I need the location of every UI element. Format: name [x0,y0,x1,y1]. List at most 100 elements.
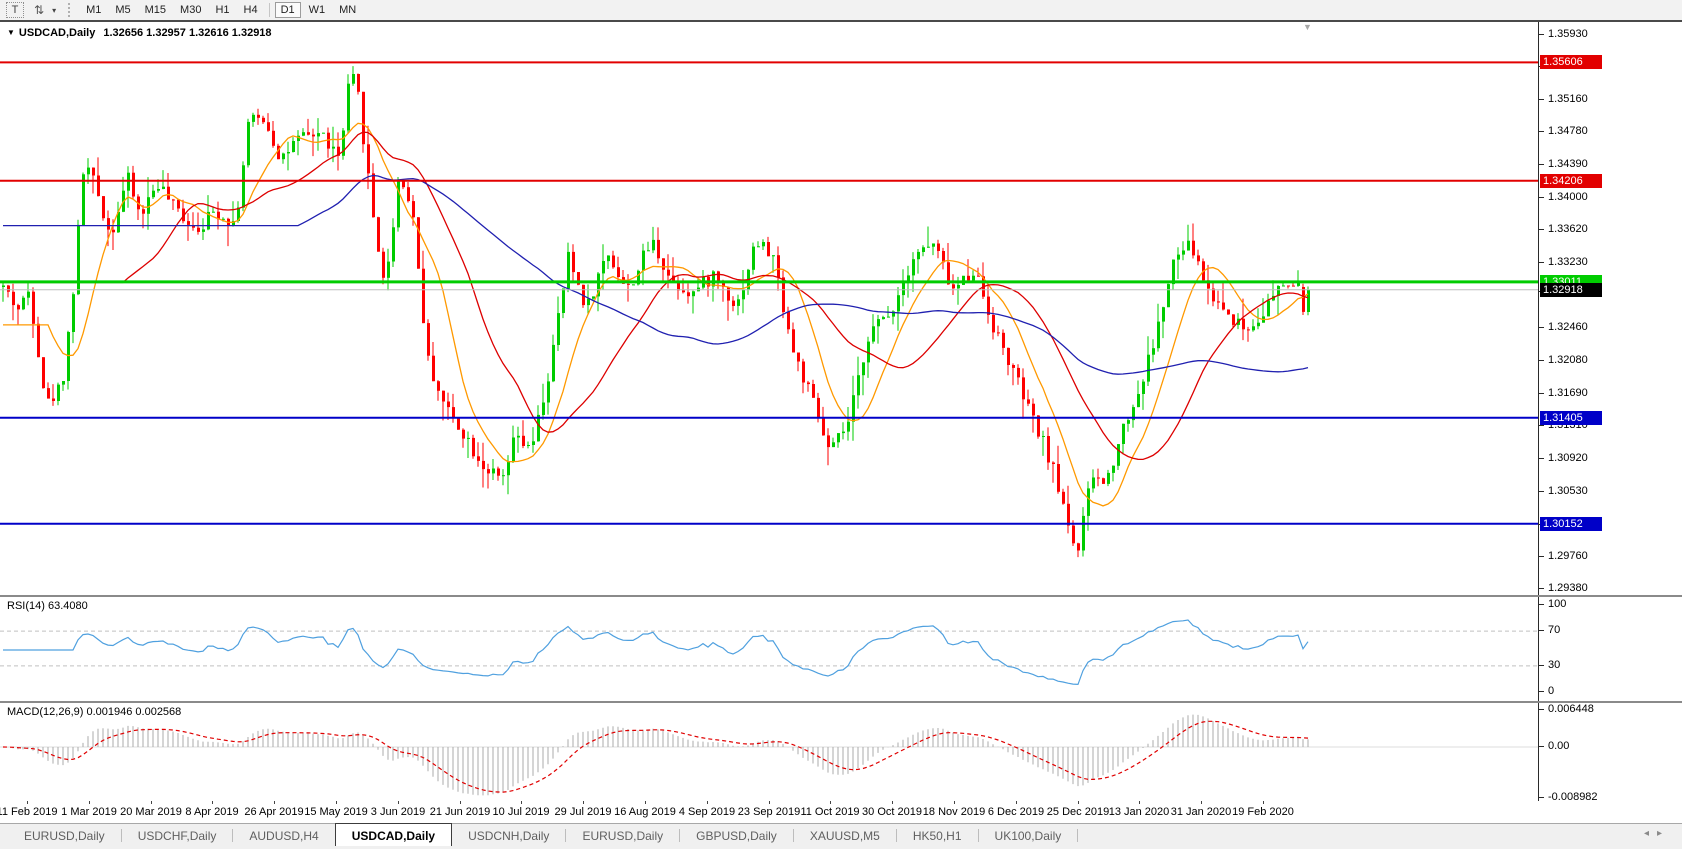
chart-tab-hk50-h1[interactable]: HK50,H1 [897,824,978,847]
price-tick: 1.35160 [1539,93,1588,105]
chart-tab-gbpusd-daily[interactable]: GBPUSD,Daily [680,824,793,847]
date-tick [212,801,213,804]
level-price-label: 1.30152 [1540,517,1602,531]
timeframe-toolbar: M1 M5 M15 M30 H1 H4 D1 W1 MN [79,0,363,20]
date-axis[interactable]: 11 Feb 2019 1 Mar 2019 20 Mar 2019 8 Apr 20… [0,801,1682,823]
date-tick [460,801,461,804]
toolbar-grip [68,3,73,17]
date-tick [1201,801,1202,804]
tabs-scroll-left-icon[interactable]: ◂ [1644,828,1657,839]
price-tick: 1.33620 [1539,223,1588,235]
chart-tab-xauusd-m5[interactable]: XAUUSD,M5 [794,824,896,847]
date-label: 31 Jan 2020 [1170,806,1232,818]
rsi-indicator-label: RSI(14) 63.4080 [7,600,88,612]
chart-tab-eurusd-daily[interactable]: EURUSD,Daily [566,824,679,847]
price-axis[interactable]: 1.359301.355501.351601.347801.343901.340… [1538,22,1682,595]
timeframe-button-MN[interactable]: MN [333,2,362,18]
rsi-axis: 100 70 30 0 [1538,597,1682,701]
text-label-tool-button[interactable]: T [6,2,24,18]
date-tick [27,801,28,804]
chart-ohlc-values: 1.32656 1.32957 1.32616 1.32918 [103,27,272,39]
date-tick [954,801,955,804]
macd-tick: 0.006448 [1539,703,1594,715]
timeframe-button-D1[interactable]: D1 [274,2,301,18]
price-tick: 1.30920 [1539,452,1588,464]
price-tick: 1.34000 [1539,191,1588,203]
macd-axis: 0.006448 0.00 -0.008982 [1538,703,1682,803]
price-tick: 1.34780 [1539,125,1588,137]
timeframe-button-H4[interactable]: H4 [238,2,264,18]
date-tick [769,801,770,804]
chart-tabs: EURUSD,Daily USDCHF,Daily AUDUSD,H4 USDCAD,… [8,823,1079,847]
date-tick [707,801,708,804]
rsi-panel: 100 70 30 0 RSI(14) 63.4080 [0,595,1682,701]
rsi-plot[interactable] [0,597,1538,701]
price-tick: 1.29380 [1539,582,1588,594]
date-tick [645,801,646,804]
date-label: 30 Oct 2019 [862,806,922,818]
date-label: 11 Oct 2019 [800,806,860,818]
bid-price-label: 1.32918 [1540,283,1602,297]
timeframe-button-W1[interactable]: W1 [303,2,332,18]
date-label: 29 Jul 2019 [554,806,612,818]
date-tick [336,801,337,804]
date-label: 13 Jan 2020 [1108,806,1170,818]
rsi-tick: 100 [1538,598,1567,610]
chart-tab-eurusd-daily[interactable]: EURUSD,Daily [8,824,121,847]
chart-tab-uk100-daily[interactable]: UK100,Daily [979,824,1078,847]
date-tick [892,801,893,804]
date-label: 6 Dec 2019 [987,806,1045,818]
chart-tab-usdchf-daily[interactable]: USDCHF,Daily [122,824,233,847]
timeframe-button-M1[interactable]: M1 [80,2,107,18]
top-toolbar: T ⇅ ▾ M1 M5 M15 M30 H1 H4 D1 W1 MN [0,0,1682,21]
date-tick [1078,801,1079,804]
price-tick: 1.32460 [1539,321,1588,333]
price-tick: 1.31690 [1539,387,1588,399]
price-chart-panel: 1.359301.355501.351601.347801.343901.340… [0,22,1682,595]
chart-symbol-period: USDCAD,Daily [18,27,96,39]
date-label: 19 Feb 2020 [1232,806,1294,818]
macd-indicator-label: MACD(12,26,9) 0.001946 0.002568 [7,706,182,718]
level-price-label: 1.34206 [1540,174,1602,188]
date-tick [151,801,152,804]
date-label: 4 Sep 2019 [678,806,736,818]
chart-tab-bar: EURUSD,Daily USDCHF,Daily AUDUSD,H4 USDCAD,… [0,823,1682,847]
rsi-tick: 30 [1538,659,1561,671]
tab-separator [1077,829,1079,842]
timeframe-button-M5[interactable]: M5 [109,2,136,18]
chart-collapse-icon[interactable]: ▼ [7,28,15,37]
timeframe-button-H1[interactable]: H1 [209,2,235,18]
timeframe-button-M30[interactable]: M30 [174,2,207,18]
chart-shift-marker-icon[interactable]: ▼ [1303,22,1312,32]
chart-title: ▼ USDCAD,Daily 1.32656 1.32957 1.32616 1.3… [7,27,272,39]
level-price-label: 1.35606 [1540,55,1602,69]
arrange-charts-button[interactable]: ⇅ [28,2,50,18]
macd-panel: 0.006448 0.00 -0.008982 MACD(12,26,9) 0.00… [0,701,1682,803]
price-tick: 1.29760 [1539,550,1588,562]
price-tick: 1.32080 [1539,354,1588,366]
macd-tick: 0.00 [1538,740,1570,752]
date-label: 21 Jun 2019 [429,806,491,818]
rsi-tick: 70 [1538,624,1561,636]
date-tick [89,801,90,804]
chart-tab-usdcnh-daily[interactable]: USDCNH,Daily [452,824,565,847]
tabs-scroll-right-icon[interactable]: ▸ [1657,828,1670,839]
macd-plot[interactable] [0,703,1538,801]
mt4-window: T ⇅ ▾ M1M5M15M30H1H4D1W1MN 1.359301.3555… [0,0,1682,849]
chart-tab-usdcad-daily[interactable]: USDCAD,Daily [334,823,453,847]
level-price-label: 1.31405 [1540,411,1602,425]
date-label: 1 Mar 2019 [61,806,117,818]
price-tick: 1.30530 [1539,485,1588,497]
tab-scroll-controls: ◂▸ [1644,828,1670,839]
date-label: 11 Feb 2019 [0,806,58,818]
chart-tab-audusd-h4[interactable]: AUDUSD,H4 [233,824,334,847]
candlestick-chart[interactable] [0,22,1538,595]
timeframe-button-M15[interactable]: M15 [139,2,172,18]
date-tick [830,801,831,804]
date-label: 25 Dec 2019 [1046,806,1110,818]
date-tick [1016,801,1017,804]
toolbar-dropdown-caret-icon[interactable]: ▾ [52,6,56,15]
price-tick: 1.33230 [1539,256,1588,268]
date-tick [274,801,275,804]
rsi-tick: 0 [1538,685,1555,697]
